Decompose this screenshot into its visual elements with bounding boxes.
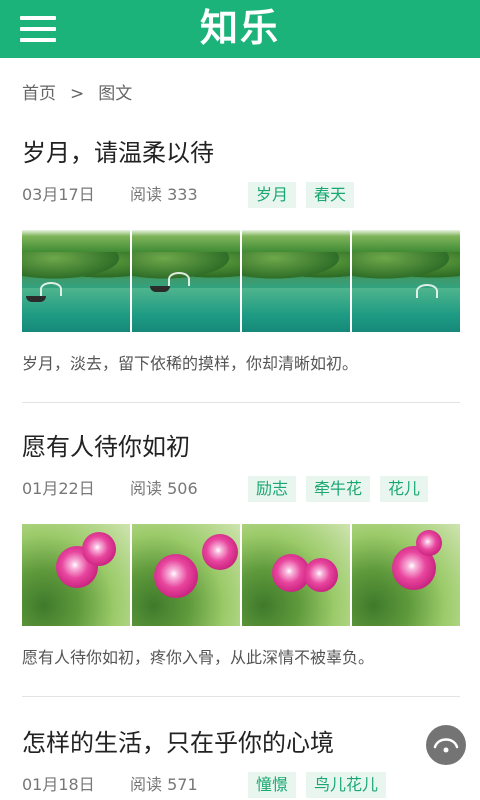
tag[interactable]: 花儿: [380, 476, 429, 502]
tag-list: 憧憬 鸟儿花儿: [248, 772, 387, 798]
article-date: 01月18日: [22, 775, 95, 794]
top-app-bar: 知乐: [0, 0, 480, 58]
tag[interactable]: 岁月: [248, 182, 297, 208]
fishing-net-shape: [416, 284, 438, 298]
tag-list: 岁月 春天: [248, 182, 355, 208]
flower-shape: [416, 530, 442, 556]
flower-shape: [202, 534, 238, 570]
boat-shape: [26, 296, 46, 302]
article-read-count: 阅读 333: [130, 185, 198, 204]
morning-glory-photo: [242, 524, 350, 626]
article-date: 01月22日: [22, 479, 95, 498]
article-excerpt[interactable]: 岁月，淡去，留下依稀的摸样，你却清晰如初。: [22, 352, 358, 376]
article-meta: 03月17日 阅读 333 岁月 春天: [22, 182, 462, 208]
lake-photo: [132, 230, 240, 332]
boat-shape: [150, 286, 170, 292]
divider: [22, 402, 460, 403]
photo-hills: [352, 252, 460, 282]
lake-photo: [242, 230, 350, 332]
flower-shape: [154, 554, 198, 598]
fishing-net-shape: [40, 282, 62, 296]
article-date: 03月17日: [22, 185, 95, 204]
morning-glory-photo: [132, 524, 240, 626]
article-title[interactable]: 怎样的生活，只在乎你的心境: [22, 726, 334, 760]
photo-water: [352, 288, 460, 332]
tag[interactable]: 憧憬: [248, 772, 297, 798]
tag-list: 励志 牵牛花 花儿: [248, 476, 429, 502]
breadcrumb: 首页 > 图文: [22, 82, 132, 106]
morning-glory-photo: [22, 524, 130, 626]
app-title: 知乐: [199, 6, 280, 50]
tag[interactable]: 励志: [248, 476, 297, 502]
article-thumbnails[interactable]: [22, 230, 460, 332]
fishing-net-shape: [168, 272, 190, 286]
scroll-top-icon: [433, 738, 459, 753]
lake-photo: [352, 230, 460, 332]
morning-glory-photo: [352, 524, 460, 626]
flower-shape: [304, 558, 338, 592]
flower-shape: [82, 532, 116, 566]
article-meta: 01月18日 阅读 571 憧憬 鸟儿花儿: [22, 772, 462, 798]
breadcrumb-current: 图文: [98, 84, 133, 104]
tag[interactable]: 鸟儿花儿: [306, 772, 387, 798]
photo-water: [132, 288, 240, 332]
photo-hills: [22, 252, 130, 282]
photo-water: [22, 288, 130, 332]
article-title[interactable]: 岁月，请温柔以待: [22, 136, 214, 170]
divider: [22, 696, 460, 697]
article-meta: 01月22日 阅读 506 励志 牵牛花 花儿: [22, 476, 462, 502]
tag[interactable]: 牵牛花: [306, 476, 371, 502]
article-excerpt[interactable]: 愿有人待你如初，疼你入骨，从此深情不被辜负。: [22, 646, 374, 670]
article-thumbnails[interactable]: [22, 524, 460, 626]
scroll-top-icon[interactable]: [426, 725, 466, 765]
article-read-count: 阅读 571: [130, 775, 198, 794]
article-read-count: 阅读 506: [130, 479, 198, 498]
breadcrumb-separator: >: [70, 84, 85, 104]
photo-water: [242, 288, 350, 332]
article-title[interactable]: 愿有人待你如初: [22, 430, 190, 464]
lake-photo: [22, 230, 130, 332]
breadcrumb-home-link[interactable]: 首页: [22, 84, 56, 104]
tag[interactable]: 春天: [306, 182, 355, 208]
photo-hills: [242, 252, 350, 282]
